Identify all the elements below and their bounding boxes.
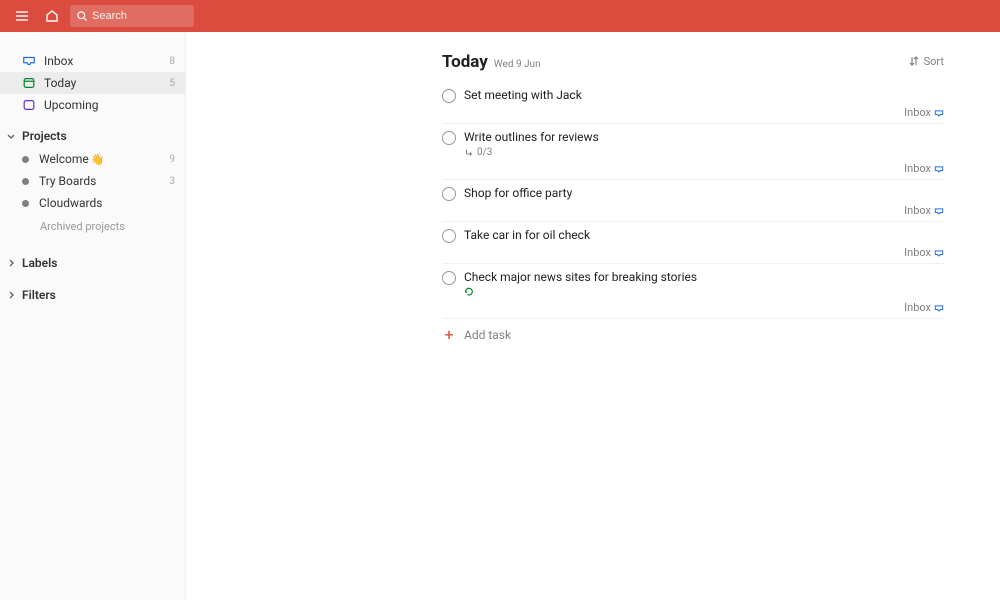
recurring-icon bbox=[464, 287, 474, 297]
task-project-link[interactable]: Inbox bbox=[904, 162, 944, 175]
task-row[interactable]: Write outlines for reviews 0/3 Inbox bbox=[442, 124, 944, 180]
sidebar-item-label: Inbox bbox=[44, 54, 73, 68]
task-checkbox[interactable] bbox=[442, 131, 456, 145]
task-checkbox[interactable] bbox=[442, 229, 456, 243]
task-project-name: Inbox bbox=[904, 301, 931, 314]
task-project-name: Inbox bbox=[904, 204, 931, 217]
topbar bbox=[0, 0, 1000, 32]
filters-label: Filters bbox=[22, 288, 56, 302]
project-label: Welcome bbox=[39, 152, 89, 166]
task-project-name: Inbox bbox=[904, 106, 931, 119]
project-label: Try Boards bbox=[39, 174, 96, 188]
chevron-right-icon bbox=[6, 290, 16, 300]
wave-emoji-icon: 👋 bbox=[91, 153, 105, 166]
inbox-mini-icon bbox=[934, 249, 944, 257]
page-title: Today bbox=[442, 52, 488, 72]
task-row[interactable]: Shop for office party Inbox bbox=[442, 180, 944, 222]
task-row[interactable]: Take car in for oil check Inbox bbox=[442, 222, 944, 264]
search-icon bbox=[76, 10, 88, 22]
project-label: Cloudwards bbox=[39, 196, 102, 210]
today-icon bbox=[22, 76, 36, 90]
sidebar-item-count: 5 bbox=[169, 78, 175, 89]
chevron-down-icon bbox=[6, 131, 16, 141]
sort-icon bbox=[908, 55, 920, 67]
task-checkbox[interactable] bbox=[442, 187, 456, 201]
project-count: 9 bbox=[169, 154, 175, 165]
labels-section-toggle[interactable]: Labels bbox=[0, 251, 185, 275]
task-checkbox[interactable] bbox=[442, 271, 456, 285]
page-date: Wed 9 Jun bbox=[494, 59, 541, 70]
add-task-button[interactable]: + Add task bbox=[442, 319, 944, 351]
inbox-mini-icon bbox=[934, 304, 944, 312]
menu-icon bbox=[14, 8, 30, 24]
projects-section-toggle[interactable]: Projects bbox=[0, 124, 185, 148]
project-item-welcome[interactable]: Welcome 👋 9 bbox=[0, 148, 185, 170]
projects-label: Projects bbox=[22, 129, 67, 143]
project-item-tryboards[interactable]: Try Boards 3 bbox=[0, 170, 185, 192]
task-list: Set meeting with Jack Inbox Write outlin… bbox=[442, 82, 944, 351]
subtask-icon bbox=[464, 148, 474, 158]
inbox-mini-icon bbox=[934, 207, 944, 215]
main-content: Today Wed 9 Jun Sort Set meeting with Ja… bbox=[186, 32, 1000, 600]
inbox-mini-icon bbox=[934, 165, 944, 173]
inbox-mini-icon bbox=[934, 109, 944, 117]
project-color-dot bbox=[22, 178, 29, 185]
sidebar-item-today[interactable]: Today 5 bbox=[0, 72, 185, 94]
task-project-name: Inbox bbox=[904, 246, 931, 259]
sort-label: Sort bbox=[924, 55, 944, 68]
sidebar-item-inbox[interactable]: Inbox 8 bbox=[0, 50, 185, 72]
project-color-dot bbox=[22, 156, 29, 163]
project-item-cloudwards[interactable]: Cloudwards bbox=[0, 192, 185, 214]
filters-section-toggle[interactable]: Filters bbox=[0, 283, 185, 307]
home-button[interactable] bbox=[40, 4, 64, 28]
task-checkbox[interactable] bbox=[442, 89, 456, 103]
inbox-icon bbox=[22, 54, 36, 68]
menu-button[interactable] bbox=[10, 4, 34, 28]
search-bar[interactable] bbox=[70, 5, 194, 27]
home-icon bbox=[44, 8, 60, 24]
main-header: Today Wed 9 Jun Sort bbox=[442, 52, 944, 72]
task-project-link[interactable]: Inbox bbox=[904, 204, 944, 217]
add-task-label: Add task bbox=[464, 328, 511, 342]
task-project-link[interactable]: Inbox bbox=[904, 301, 944, 314]
task-title: Write outlines for reviews bbox=[464, 130, 944, 144]
labels-label: Labels bbox=[22, 256, 57, 270]
chevron-right-icon bbox=[6, 258, 16, 268]
task-project-link[interactable]: Inbox bbox=[904, 246, 944, 259]
sidebar-item-label: Upcoming bbox=[44, 98, 98, 112]
task-title: Take car in for oil check bbox=[464, 228, 944, 242]
sidebar-item-label: Today bbox=[44, 76, 76, 90]
sort-button[interactable]: Sort bbox=[908, 55, 944, 68]
task-title: Shop for office party bbox=[464, 186, 944, 200]
search-input[interactable] bbox=[92, 10, 188, 22]
project-count: 3 bbox=[169, 176, 175, 187]
task-title: Check major news sites for breaking stor… bbox=[464, 270, 944, 284]
project-color-dot bbox=[22, 200, 29, 207]
task-row[interactable]: Check major news sites for breaking stor… bbox=[442, 264, 944, 319]
archived-projects-link[interactable]: Archived projects bbox=[0, 214, 185, 233]
task-row[interactable]: Set meeting with Jack Inbox bbox=[442, 82, 944, 124]
upcoming-icon bbox=[22, 98, 36, 112]
sidebar: Inbox 8 Today 5 Upcoming Projects Welcom… bbox=[0, 32, 186, 600]
sidebar-item-count: 8 bbox=[169, 56, 175, 67]
task-project-name: Inbox bbox=[904, 162, 931, 175]
task-title: Set meeting with Jack bbox=[464, 88, 944, 102]
task-project-link[interactable]: Inbox bbox=[904, 106, 944, 119]
sidebar-item-upcoming[interactable]: Upcoming bbox=[0, 94, 185, 116]
plus-icon: + bbox=[442, 327, 456, 343]
task-subcount: 0/3 bbox=[477, 147, 492, 158]
